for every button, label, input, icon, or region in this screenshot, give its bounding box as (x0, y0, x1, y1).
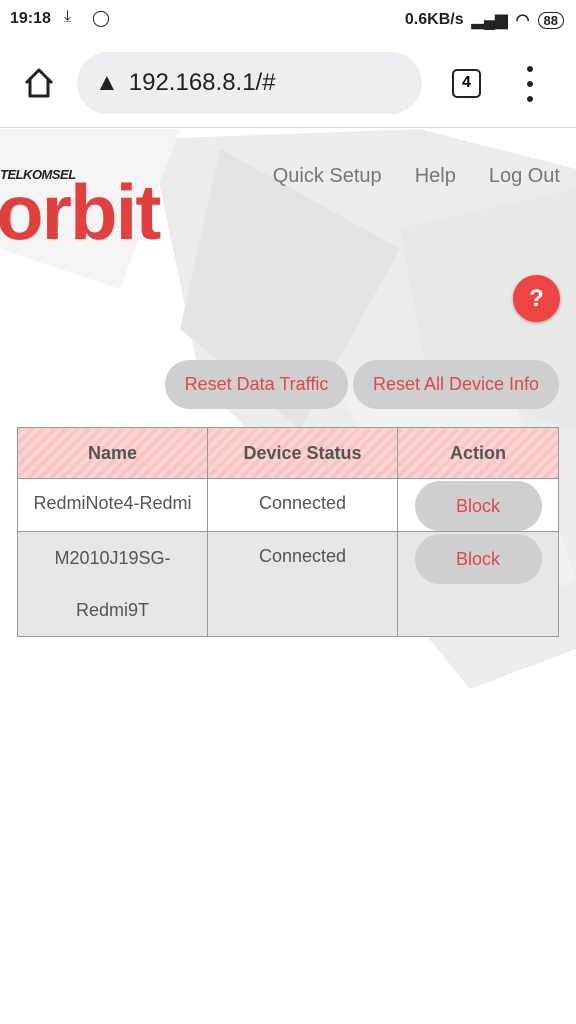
logo-product: orbit (0, 168, 161, 256)
router-page: TELKOMSEL orbit Quick Setup Help Log Out… (0, 129, 576, 1024)
table-row: M2010J19SG- Redmi9T Connected Block (17, 531, 559, 637)
device-name-line2: Redmi9T (75, 600, 150, 620)
wifi-icon: ◠ (515, 12, 530, 29)
table-header: Name Device Status Action (17, 427, 559, 479)
download-icon: ⤓ (64, 8, 72, 25)
block-button[interactable]: Block (414, 481, 542, 531)
tab-switcher-button[interactable]: 4 (452, 69, 481, 98)
battery-icon: 88 (537, 11, 564, 29)
signal-icon: ▂▄▆ (471, 12, 508, 29)
device-status: Connected (207, 531, 398, 637)
reset-data-traffic-button[interactable]: Reset Data Traffic (165, 360, 348, 409)
top-nav: Quick Setup Help Log Out (273, 165, 560, 188)
header-action: Action (397, 427, 559, 479)
device-status: Connected (207, 478, 398, 532)
warning-icon[interactable]: ▲ (95, 69, 119, 97)
browser-toolbar: ▲ 192.168.8.1/# 4 (0, 38, 576, 128)
url-text: 192.168.8.1/# (128, 69, 276, 96)
device-name: M2010J19SG- Redmi9T (17, 531, 208, 637)
header-name: Name (17, 427, 208, 479)
block-button[interactable]: Block (414, 534, 542, 584)
status-bar: 19:18 ⤓ ◯ 0.6KB/s ▂▄▆ ◠ 88 (0, 0, 576, 38)
help-icon[interactable]: ? (513, 275, 560, 322)
header-status: Device Status (207, 427, 398, 479)
address-bar[interactable]: ▲ 192.168.8.1/# (77, 52, 422, 114)
network-speed: 0.6KB/s (404, 11, 464, 28)
whatsapp-icon: ◯ (92, 10, 110, 27)
device-name: RedmiNote4-Redmi (17, 478, 208, 532)
more-menu-icon[interactable] (522, 66, 538, 102)
nav-quick-setup[interactable]: Quick Setup (273, 165, 382, 188)
clock: 19:18 (10, 10, 51, 27)
nav-log-out[interactable]: Log Out (489, 165, 560, 188)
device-table: Name Device Status Action RedmiNote4-Red… (17, 427, 559, 637)
orbit-logo: TELKOMSEL orbit (0, 167, 161, 256)
reset-all-device-info-button[interactable]: Reset All Device Info (353, 360, 559, 409)
table-row: RedmiNote4-Redmi Connected Block (17, 478, 559, 532)
nav-help[interactable]: Help (415, 165, 456, 188)
home-icon[interactable] (22, 66, 56, 100)
device-name-line1: M2010J19SG- (54, 548, 171, 568)
